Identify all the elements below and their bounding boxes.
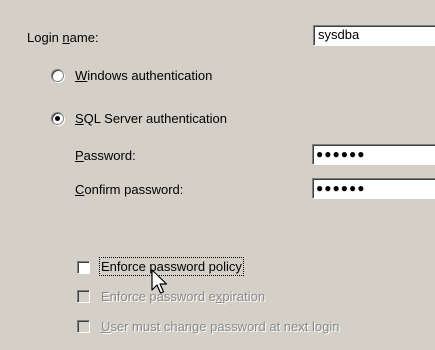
mouse-pointer-icon [151,269,168,294]
enforce-policy-text: Enforce password policy [99,257,244,276]
must-change-label[interactable]: User must change password at next login [101,319,339,335]
confirm-password-value: ●●●●●● [316,181,366,195]
confirm-password-input[interactable]: ●●●●●● [312,178,435,199]
sql-auth-label[interactable]: SQL Server authentication [75,111,227,127]
enforce-expiration-label[interactable]: Enforce password expiration [101,289,265,305]
must-change-checkbox[interactable] [77,320,90,333]
enforce-policy-checkbox[interactable] [77,261,90,274]
enforce-expiration-checkbox[interactable] [77,290,90,303]
login-name-input[interactable]: sysdba [313,25,435,46]
password-label: Password: [75,148,136,163]
password-value: ●●●●●● [316,147,366,161]
windows-auth-label[interactable]: Windows authentication [75,68,212,84]
login-name-label: Login name: [27,30,99,45]
radio-selected-dot [55,116,60,121]
sql-auth-radio[interactable] [51,112,64,125]
windows-auth-radio[interactable] [51,69,64,82]
login-name-value: sysdba [318,27,360,42]
confirm-password-label: Confirm password: [75,182,184,197]
password-input[interactable]: ●●●●●● [312,144,435,165]
enforce-policy-label[interactable]: Enforce password policy [99,257,244,276]
